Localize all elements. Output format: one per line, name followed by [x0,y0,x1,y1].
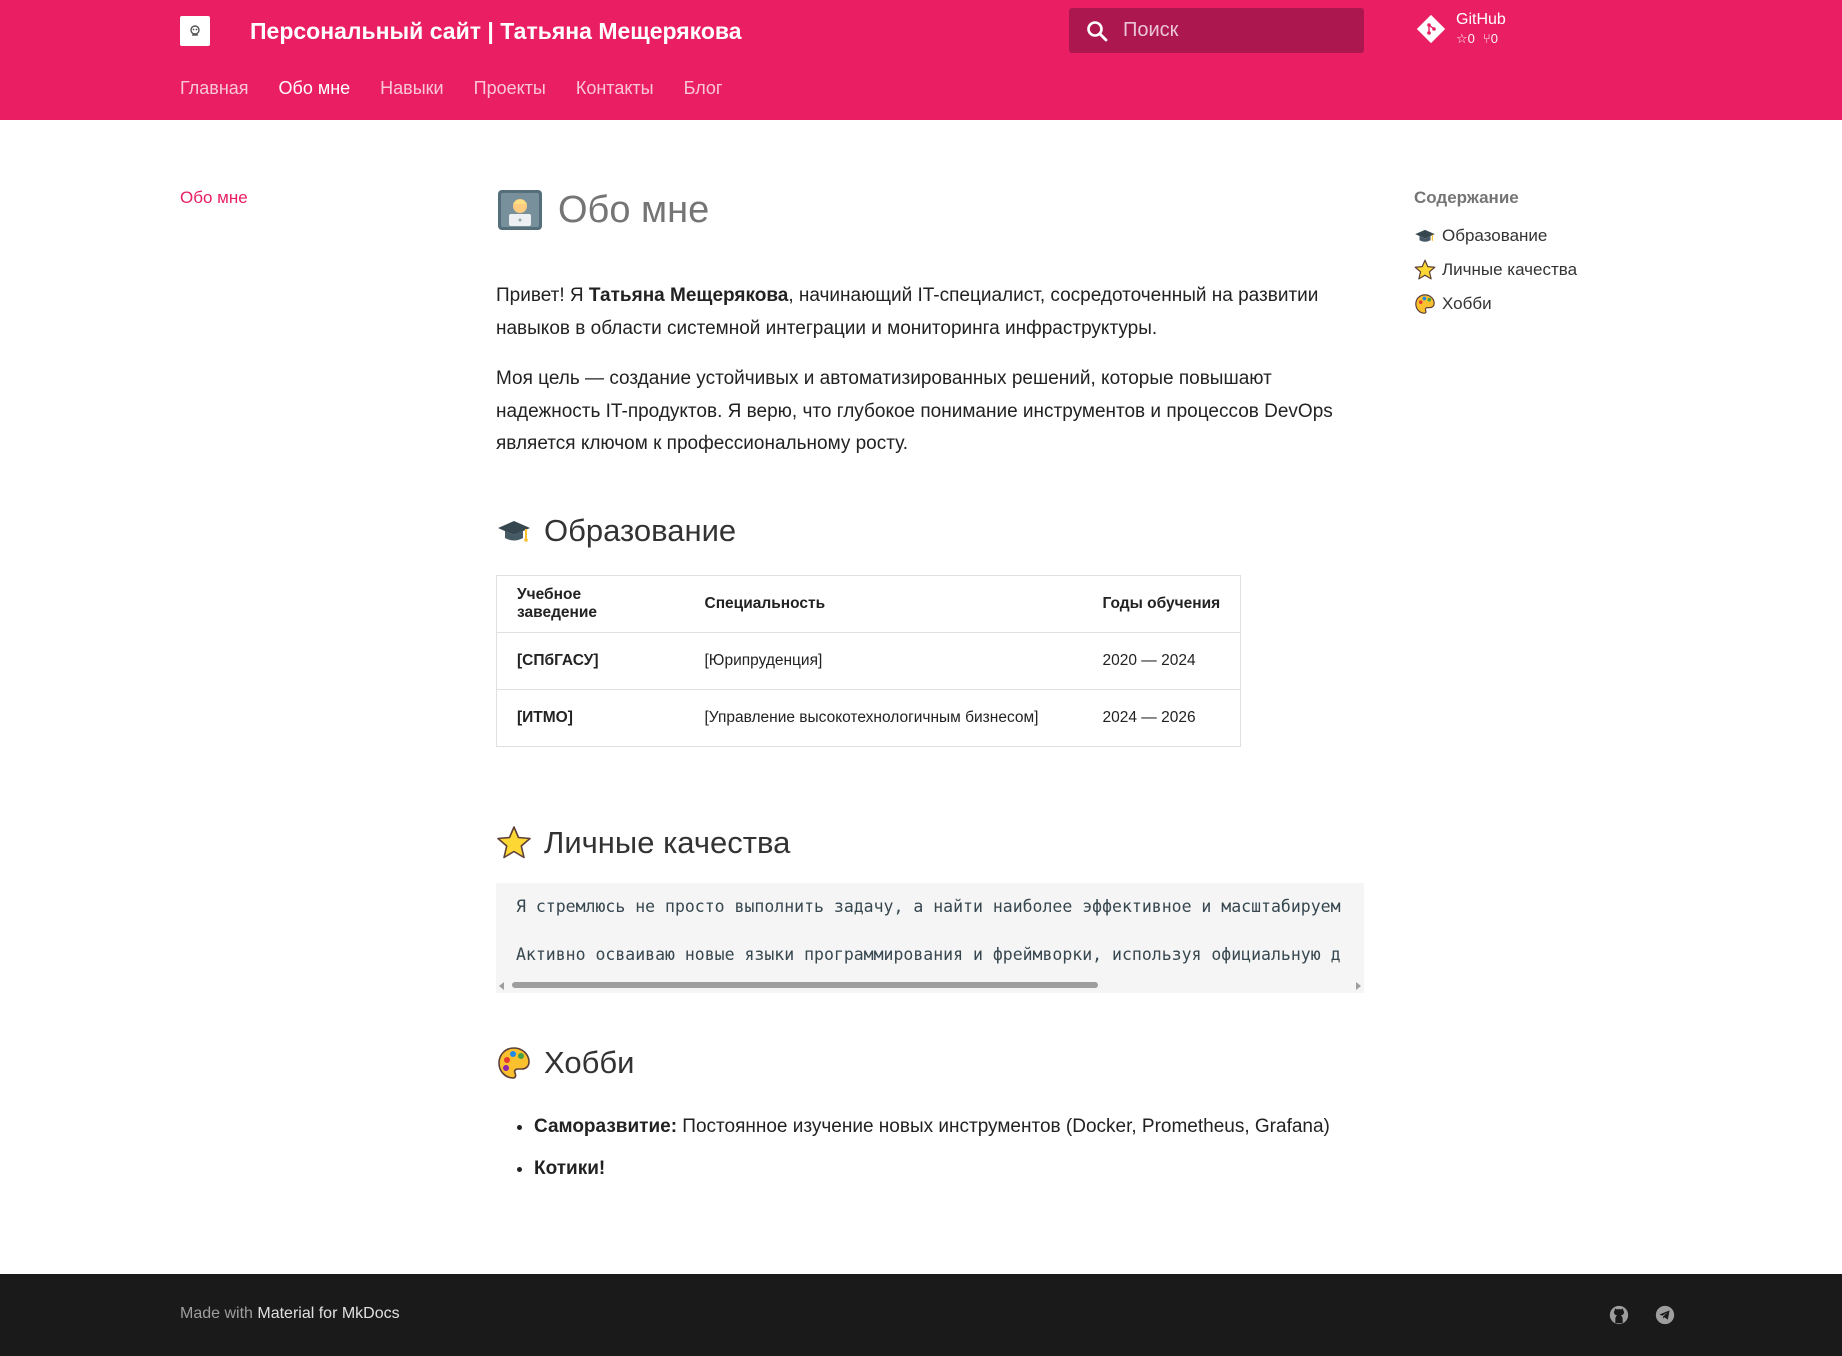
palette-icon [1414,293,1436,315]
star-icon [496,825,532,861]
main-content: Обо мне Привет! Я Татьяна Мещерякова, на… [496,180,1364,1196]
years-cell: 2020 — 2024 [1082,632,1241,690]
footer-credit: Made with Material for MkDocs [180,1305,400,1323]
education-table: Учебное заведение Специальность Годы обу… [496,574,1242,747]
hobby-text: Постоянное изучение новых инструментов (… [677,1115,1330,1137]
page-title-text: Обо мне [558,188,710,231]
technologist-icon [496,186,544,234]
repo-facts: ☆0 ⑂0 [1456,30,1506,48]
qualities-heading-text: Личные качества [544,824,791,860]
qualities-code-block[interactable]: Я стремлюсь не просто выполнить задачу, … [496,882,1364,993]
scrollbar-thumb[interactable] [512,981,1098,988]
page-title: Обо мне [496,180,1364,240]
repo-name: GitHub [1456,11,1506,28]
table-row: [ИТМО] [Управление высокотехнологичным б… [497,689,1241,746]
site-title[interactable]: Персональный сайт | Татьяна Мещерякова [250,16,742,46]
goal-paragraph: Моя цель — создание устойчивых и автомат… [496,368,1333,454]
repo-stars: ☆0 [1456,30,1475,48]
fork-icon: ⑂ [1482,31,1491,46]
table-of-contents: Содержание Образование Личные качества Х… [1414,188,1577,321]
author-name: Татьяна Мещерякова [588,285,789,306]
toc-item-label: Образование [1442,226,1548,245]
hobbies-heading: Хобби [496,1045,1364,1081]
logo-icon [190,25,200,36]
code-line: Я стремлюсь не просто выполнить задачу, … [516,896,1341,916]
scroll-right-arrow-icon[interactable] [1356,981,1361,990]
main-tabs: Главная Обо мне Навыки Проекты Контакты … [180,78,723,99]
toc-title: Содержание [1414,188,1519,207]
intro-prefix: Привет! Я [496,285,589,306]
horizontal-scrollbar[interactable] [496,979,1364,991]
column-header-school: Учебное заведение [496,575,685,633]
table-header-row: Учебное заведение Специальность Годы обу… [496,575,1241,633]
graduation-cap-icon [1414,225,1436,247]
hobby-label: Котики! [534,1158,606,1179]
education-heading: Образование [496,513,1364,549]
search-icon [1083,17,1111,45]
tab-projects[interactable]: Проекты [474,78,546,99]
star-icon [1414,259,1436,281]
hobbies-list: Саморазвитие: Постоянное изучение новых … [496,1111,1364,1186]
code-lines: Я стремлюсь не просто выполнить задачу, … [516,895,1341,967]
forks-count: 0 [1490,31,1498,46]
toc-item-hobbies[interactable]: Хобби [1414,287,1577,321]
star-outline-icon: ☆ [1456,31,1468,46]
made-with-text: Made with [180,1305,258,1322]
years-cell: 2024 — 2026 [1102,708,1196,726]
sidebar-item-about[interactable]: Обо мне [180,188,248,208]
tab-about[interactable]: Обо мне [279,78,351,99]
column-header-specialty: Специальность [684,575,1083,633]
git-icon [1416,14,1446,44]
list-item: Саморазвитие: Постоянное изучение новых … [534,1111,1364,1144]
specialty-cell[interactable]: [Юрипруденция] [684,632,1083,690]
telegram-icon[interactable] [1654,1304,1676,1326]
tab-contacts[interactable]: Контакты [576,78,654,99]
tab-home[interactable]: Главная [180,78,249,99]
github-icon[interactable] [1608,1304,1630,1326]
graduation-cap-icon [496,513,532,549]
table-row: [СПбГАСУ] [Юрипруденция] 2020 — 2024 [496,632,1241,690]
hobby-label: Саморазвитие: [534,1115,678,1137]
search-box[interactable] [1069,8,1364,53]
school-cell[interactable]: [ИТМО] [497,689,685,746]
repo-forks: ⑂0 [1483,30,1498,48]
school-cell[interactable]: [СПбГАСУ] [496,632,685,690]
list-item: Котики! [534,1153,1364,1186]
site-header: Персональный сайт | Татьяна Мещерякова G… [0,0,1842,120]
intro-paragraph: Привет! Я Татьяна Мещерякова, начинающий… [496,280,1364,345]
mkdocs-link[interactable]: Material for MkDocs [257,1305,399,1322]
search-input[interactable] [1123,19,1343,42]
qualities-heading: Личные качества [496,825,1364,861]
code-line: Активно осваиваю новые языки программиро… [516,944,1341,964]
toc-item-education[interactable]: Образование [1414,219,1577,253]
site-footer: Made with Material for MkDocs [0,1274,1842,1356]
education-heading-text: Образование [544,512,737,548]
toc-item-qualities[interactable]: Личные качества [1414,253,1577,287]
hobbies-heading-text: Хобби [544,1044,635,1080]
stars-count: 0 [1467,31,1475,46]
repo-link[interactable]: GitHub ☆0 ⑂0 [1416,10,1506,48]
toc-item-label: Личные качества [1442,260,1578,279]
site-logo[interactable] [180,16,210,46]
column-header-years: Годы обучения [1082,575,1241,633]
tab-blog[interactable]: Блог [684,78,723,99]
scroll-left-arrow-icon[interactable] [499,981,504,990]
specialty-cell[interactable]: [Управление высокотехнологичным бизнесом… [685,689,1083,746]
palette-icon [496,1045,532,1081]
tab-skills[interactable]: Навыки [380,78,443,99]
toc-item-label: Хобби [1442,294,1492,313]
